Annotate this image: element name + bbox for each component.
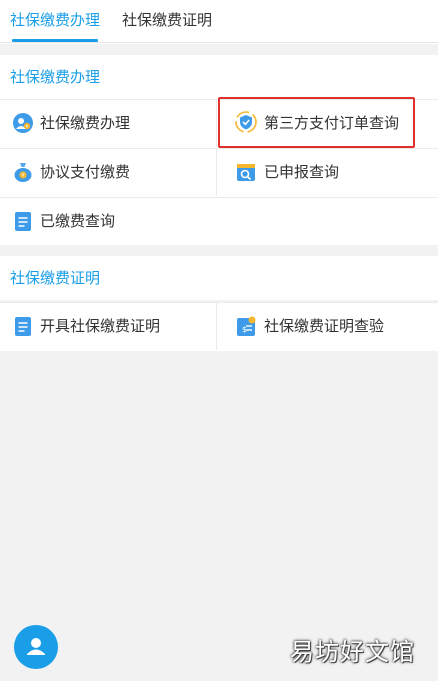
tab-payment-handling[interactable]: 社保缴费办理 <box>10 0 100 44</box>
menu-item-agreement-payment[interactable]: ¥ 协议支付缴费 <box>0 148 216 196</box>
menu-item-verify-certificate[interactable]: $ 社保缴费证明查验 <box>216 302 438 350</box>
menu-item-third-party-order-query[interactable]: 第三方支付订单查询 <box>216 99 438 147</box>
menu-item-label: 协议支付缴费 <box>40 163 131 181</box>
tab-bar: 社保缴费办理 社保缴费证明 <box>0 0 438 44</box>
section-title: 社保缴费证明 <box>10 269 101 287</box>
menu-item-label: 第三方支付订单查询 <box>264 114 400 132</box>
menu-item-issue-certificate[interactable]: 开具社保缴费证明 <box>0 302 216 350</box>
tab-label: 社保缴费证明 <box>122 11 213 29</box>
document-list-icon <box>15 212 31 231</box>
tab-divider <box>0 42 438 43</box>
menu-item-label: 开具社保缴费证明 <box>40 317 161 335</box>
section-title: 社保缴费办理 <box>10 68 101 86</box>
user-fab-button[interactable] <box>14 625 58 669</box>
certificate-verify-icon: $ <box>237 316 256 336</box>
menu-item-paid-query[interactable]: 已缴费查询 <box>0 197 438 245</box>
search-document-icon <box>237 164 255 181</box>
menu-item-label: 社保缴费办理 <box>40 114 131 132</box>
social-security-icon: ¥ <box>13 113 33 133</box>
grid-payment-certificate: 开具社保缴费证明 $ 社保缴费证明查验 <box>0 302 438 351</box>
svg-text:¥: ¥ <box>26 124 29 130</box>
watermark: 易坊好文馆 <box>290 638 415 666</box>
menu-item-label: 已申报查询 <box>264 163 340 181</box>
shield-check-icon <box>235 111 257 133</box>
menu-item-declared-query[interactable]: 已申报查询 <box>216 148 438 196</box>
money-bag-icon: ¥ <box>14 163 32 182</box>
tab-payment-certificate[interactable]: 社保缴费证明 <box>122 0 212 44</box>
menu-item-label: 已缴费查询 <box>40 212 116 230</box>
menu-item-label: 社保缴费证明查验 <box>264 317 385 335</box>
menu-item-social-payment[interactable]: ¥ 社保缴费办理 <box>0 99 216 147</box>
section-header-payment-handling: 社保缴费办理 <box>0 55 438 99</box>
svg-text:¥: ¥ <box>21 173 24 179</box>
section-header-payment-certificate: 社保缴费证明 <box>0 256 438 300</box>
document-list-icon <box>15 317 31 336</box>
grid-payment-handling: ¥ 社保缴费办理 第三方支付订单查询 ¥ 协议支付缴费 已申报查询 已缴费查询 <box>0 99 438 245</box>
user-icon <box>27 638 45 655</box>
tab-label: 社保缴费办理 <box>10 11 101 29</box>
